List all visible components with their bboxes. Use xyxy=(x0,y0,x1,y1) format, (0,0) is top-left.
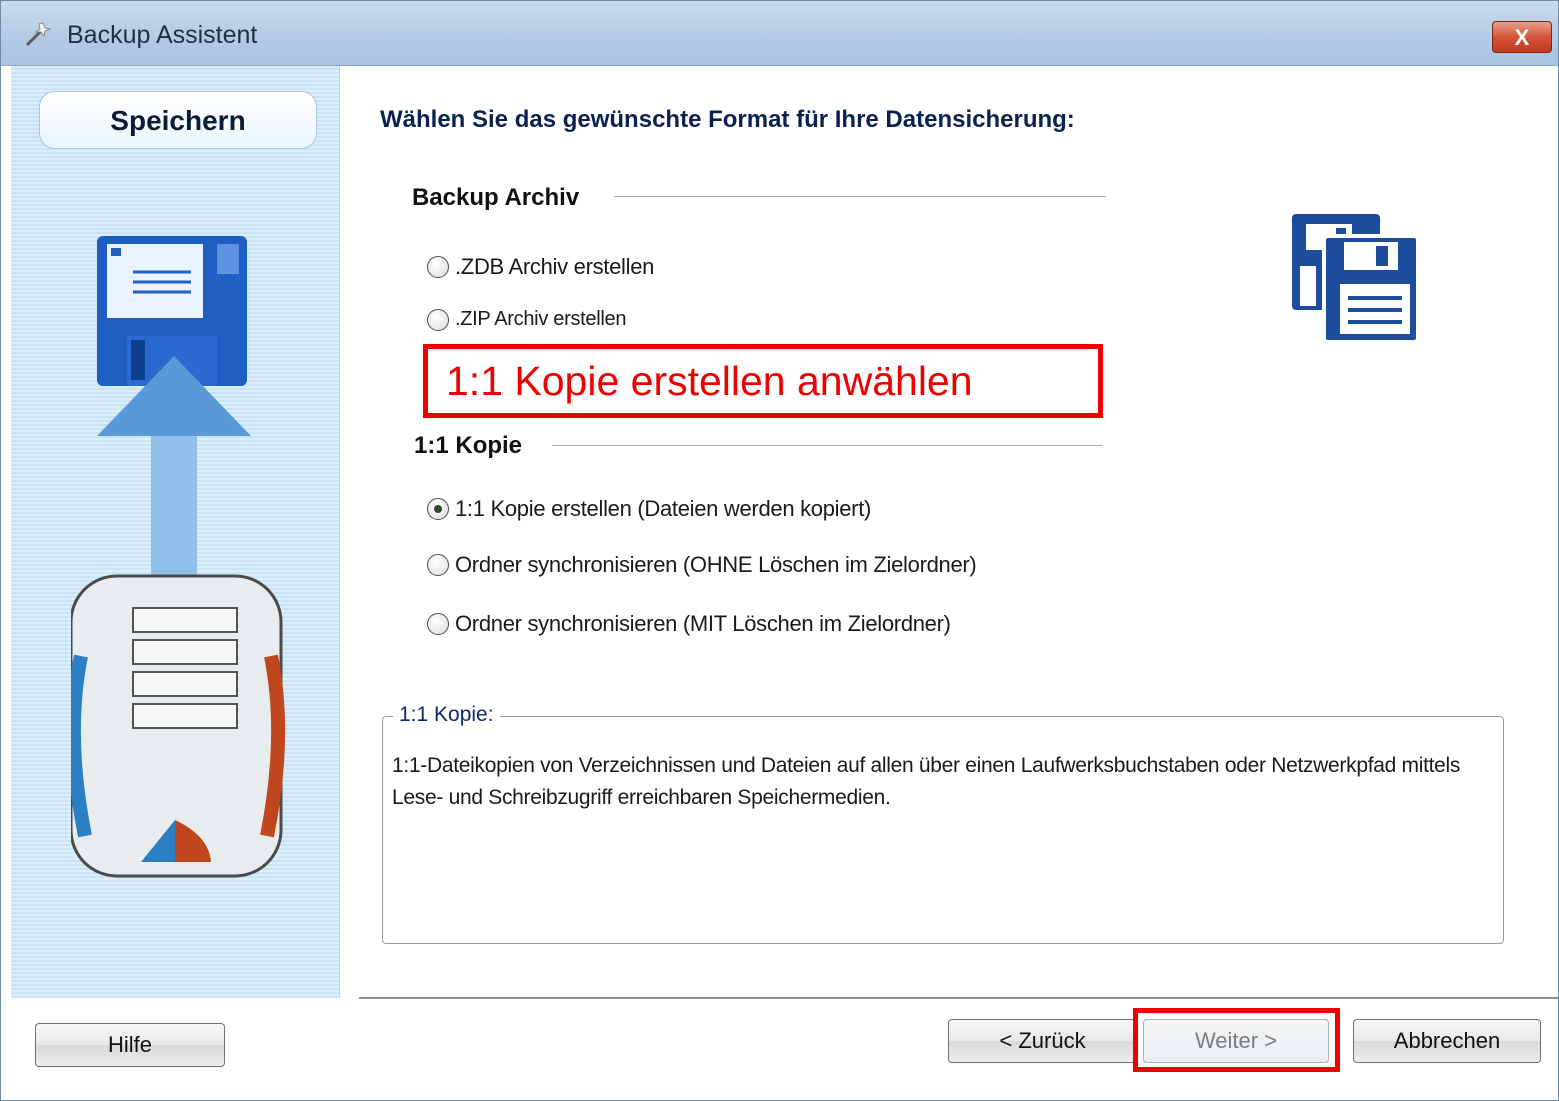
sidebar: Speichern xyxy=(11,66,340,998)
description-text: 1:1-Dateikopien von Verzeichnissen und D… xyxy=(392,754,1461,809)
radio-label: .ZDB Archiv erstellen xyxy=(455,254,655,279)
close-button[interactable]: X xyxy=(1492,21,1552,53)
radio-label: Ordner synchronisieren (OHNE Löschen im … xyxy=(455,552,977,577)
group-title-backup-archiv: Backup Archiv xyxy=(412,184,580,211)
close-icon: X xyxy=(1514,25,1530,50)
radio-sync-mit-loeschen[interactable]: Ordner synchronisieren (MIT Löschen im Z… xyxy=(427,611,951,637)
radio-button[interactable] xyxy=(427,554,449,576)
wand-icon xyxy=(25,22,51,47)
radio-label: Ordner synchronisieren (MIT Löschen im Z… xyxy=(455,611,951,636)
page-heading: Wählen Sie das gewünschte Format für Ihr… xyxy=(380,106,1075,133)
upload-arrow-icon xyxy=(97,356,251,582)
radio-button[interactable] xyxy=(427,308,449,331)
radio-button[interactable] xyxy=(427,613,449,635)
help-button[interactable]: Hilfe xyxy=(35,1023,225,1067)
footer-divider xyxy=(359,997,1558,999)
radio-zdb-archiv[interactable]: .ZDB Archiv erstellen xyxy=(427,254,654,280)
title-bar[interactable]: Backup Assistent X xyxy=(1,1,1558,66)
radio-kopie-erstellen[interactable]: 1:1 Kopie erstellen (Dateien werden kopi… xyxy=(427,496,871,522)
radio-label: 1:1 Kopie erstellen (Dateien werden kopi… xyxy=(455,496,872,521)
radio-zip-archiv[interactable]: .ZIP Archiv erstellen xyxy=(427,308,626,331)
cancel-button[interactable]: Abbrechen xyxy=(1353,1019,1541,1063)
main-content: Wählen Sie das gewünschte Format für Ihr… xyxy=(340,66,1558,998)
floppy-stack-icon xyxy=(1292,214,1418,342)
next-button-highlight xyxy=(1133,1008,1340,1072)
backup-assistant-window: Backup Assistent X Speichern Wählen Sie … xyxy=(0,0,1559,1101)
backup-device-icon xyxy=(71,574,286,878)
radio-button[interactable] xyxy=(427,256,449,278)
sidebar-tab-speichern: Speichern xyxy=(39,91,317,149)
description-legend: 1:1 Kopie: xyxy=(393,703,500,727)
backup-illustration xyxy=(71,236,286,878)
radio-sync-ohne-loeschen[interactable]: Ordner synchronisieren (OHNE Löschen im … xyxy=(427,552,977,578)
instruction-callout: 1:1 Kopie erstellen anwählen xyxy=(423,344,1103,418)
group-divider xyxy=(552,445,1102,446)
back-button[interactable]: < Zurück xyxy=(948,1019,1137,1063)
group-title-kopie: 1:1 Kopie xyxy=(414,432,523,459)
description-groupbox: 1:1 Kopie: 1:1-Dateikopien von Verzeichn… xyxy=(382,703,1504,944)
radio-button-checked[interactable] xyxy=(427,498,449,520)
group-divider xyxy=(614,196,1106,197)
radio-label: .ZIP Archiv erstellen xyxy=(455,308,627,330)
window-title: Backup Assistent xyxy=(67,21,258,49)
